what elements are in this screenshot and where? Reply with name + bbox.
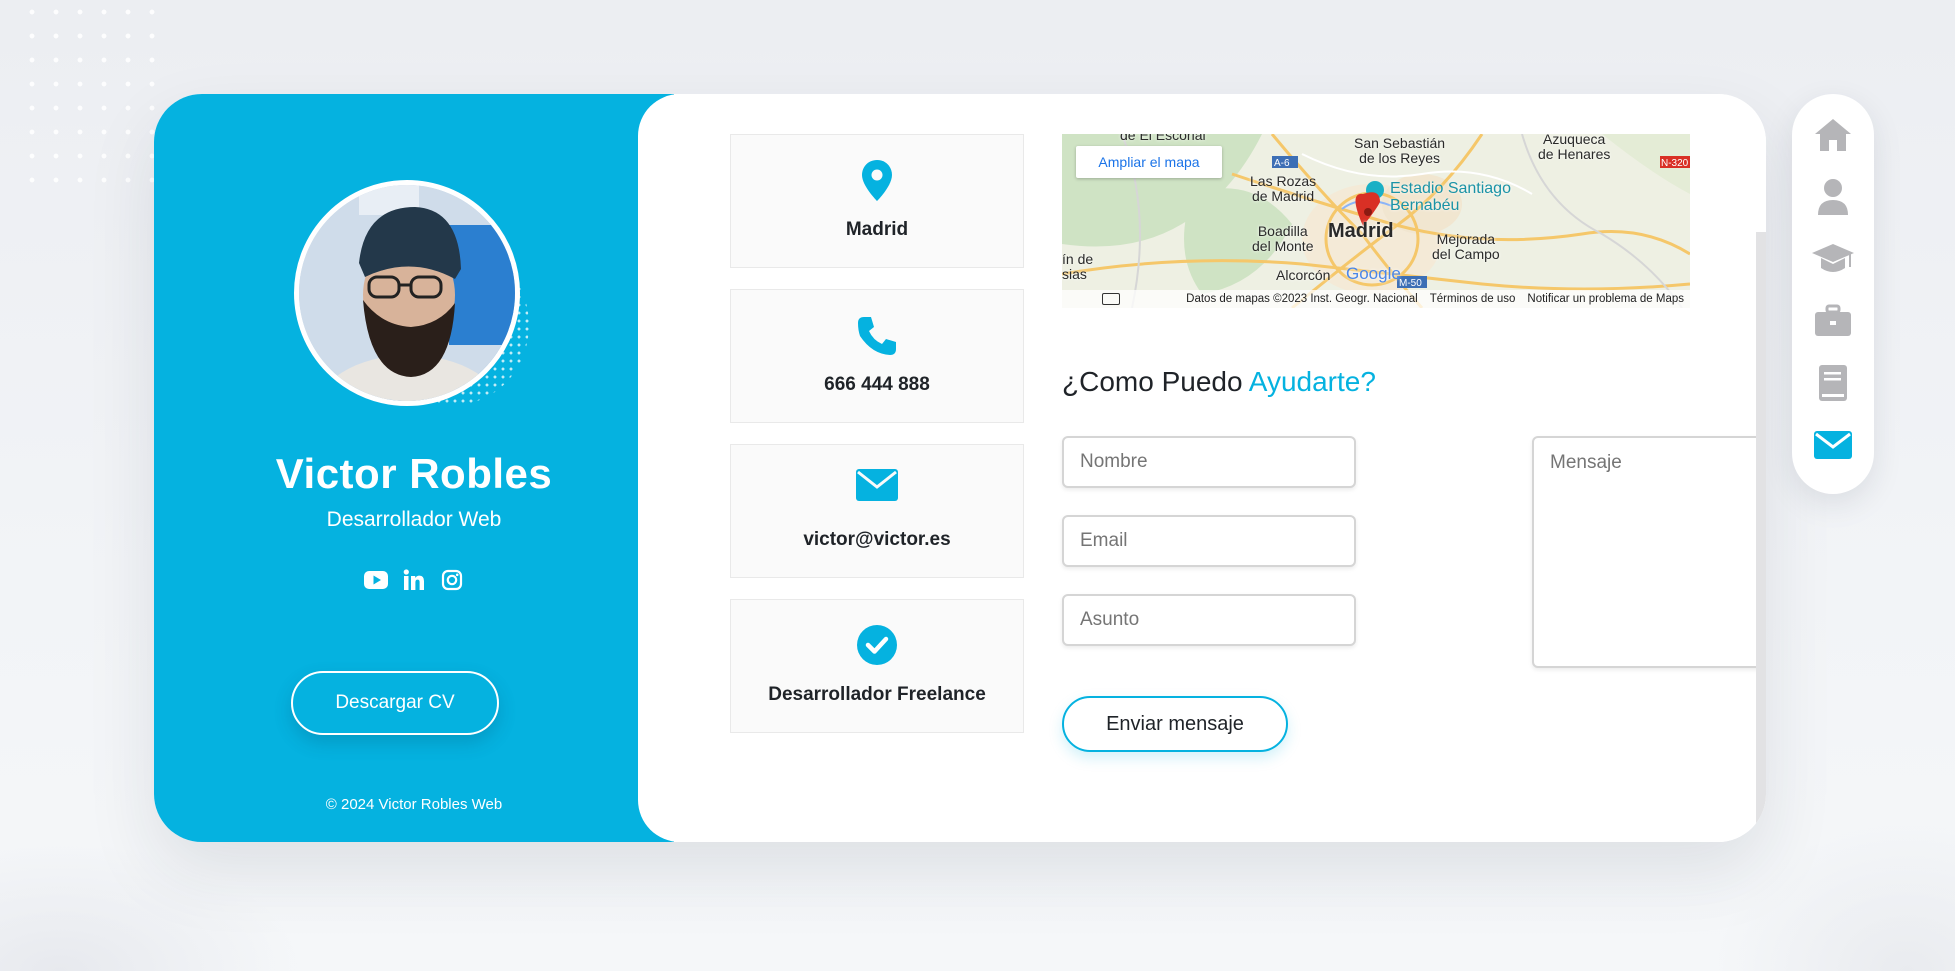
map-terms-link[interactable]: Términos de uso [1430, 293, 1516, 305]
road-shield-label: N-320 [1661, 158, 1689, 169]
map-poi-label: Estadio Santiago Bernabéu [1390, 180, 1511, 214]
envelope-icon [1814, 431, 1852, 459]
map-place-label: San Sebastián de los Reyes [1354, 135, 1446, 166]
map-place-label: de El Escorial [1120, 134, 1206, 143]
map-city-label: Madrid [1328, 220, 1394, 242]
send-message-button[interactable]: Enviar mensaje [1062, 696, 1288, 752]
map-place-label: Las Rozas de Madrid [1250, 173, 1317, 204]
info-card-phone: 666 444 888 [730, 289, 1024, 423]
profile-sidebar: Victor Robles Desarrollador Web Descarga… [154, 94, 674, 842]
check-circle-icon [731, 624, 1023, 666]
map-place-label: Alcorcón [1276, 267, 1331, 283]
phone-icon [731, 314, 1023, 358]
contact-title-accent: Ayudarte? [1248, 366, 1376, 397]
map-footer: Datos de mapas ©2023 Inst. Geogr. Nacion… [1062, 290, 1690, 308]
graduation-cap-icon [1812, 244, 1854, 272]
side-nav [1792, 94, 1874, 494]
envelope-icon [731, 469, 1023, 501]
avatar-portrait [299, 185, 515, 401]
road-shield-label: M-50 [1399, 278, 1422, 289]
map-place-label: Boadilla del Monte [1252, 223, 1314, 254]
google-logo: Google [1346, 264, 1401, 283]
social-links [154, 568, 674, 592]
name-input[interactable] [1062, 436, 1356, 488]
info-card-label: Desarrollador Freelance [768, 684, 986, 705]
enlarge-map-link[interactable]: Ampliar el mapa [1076, 146, 1222, 178]
info-card-label: victor@victor.es [803, 529, 951, 550]
map-report-link[interactable]: Notificar un problema de Maps [1527, 293, 1684, 305]
profile-role: Desarrollador Web [326, 508, 502, 531]
keyboard-icon[interactable] [1102, 293, 1120, 305]
user-icon [1818, 179, 1848, 215]
contact-title-part1: ¿Como Puedo [1062, 366, 1249, 397]
decorative-blob [0, 840, 300, 971]
linkedin-icon[interactable] [402, 568, 426, 592]
decorative-dots [20, 0, 160, 190]
contact-title: ¿Como Puedo Ayudarte? [1062, 366, 1376, 398]
info-card-freelance: Desarrollador Freelance [730, 599, 1024, 733]
avatar [294, 180, 520, 406]
book-icon [1819, 365, 1847, 401]
embedded-map[interactable]: Ampliar el mapa de El Escorial San Sebas… [1062, 134, 1690, 308]
nav-portfolio[interactable] [1792, 358, 1874, 408]
map-data-credit: Datos de mapas ©2023 Inst. Geogr. Nacion… [1186, 293, 1418, 305]
scrollbar[interactable] [1756, 232, 1766, 842]
subject-input[interactable] [1062, 594, 1356, 646]
nav-home[interactable] [1792, 110, 1874, 160]
copyright: © 2024 Victor Robles Web [325, 796, 503, 813]
avatar-container [284, 180, 544, 440]
briefcase-icon [1815, 304, 1851, 336]
info-card-location: Madrid [730, 134, 1024, 268]
nav-experience[interactable] [1792, 296, 1874, 346]
map-place-label: Mejorada del Campo [1432, 231, 1500, 262]
youtube-icon[interactable] [364, 568, 388, 592]
map-place-label: ín de sias [1062, 251, 1094, 282]
nav-contact[interactable] [1792, 420, 1874, 470]
main-card: Victor Robles Desarrollador Web Descarga… [154, 94, 1766, 842]
decorative-blob [1715, 820, 1955, 971]
nav-education[interactable] [1792, 234, 1874, 284]
road-shield-label: A-6 [1274, 158, 1290, 169]
info-card-label: Madrid [845, 219, 909, 240]
contact-panel: Madrid 666 444 888 victor@victor.es Desa… [638, 94, 1766, 842]
instagram-icon[interactable] [440, 568, 464, 592]
home-icon [1815, 119, 1851, 151]
email-input[interactable] [1062, 515, 1356, 567]
map-place-label: Azuqueca de Henares [1538, 134, 1611, 162]
map-pin-icon [731, 159, 1023, 203]
info-card-email: victor@victor.es [730, 444, 1024, 578]
download-cv-button[interactable]: Descargar CV [291, 671, 499, 735]
message-textarea[interactable] [1532, 436, 1766, 668]
info-card-label: 666 444 888 [824, 374, 930, 395]
profile-name: Victor Robles [275, 450, 553, 497]
nav-about[interactable] [1792, 172, 1874, 222]
